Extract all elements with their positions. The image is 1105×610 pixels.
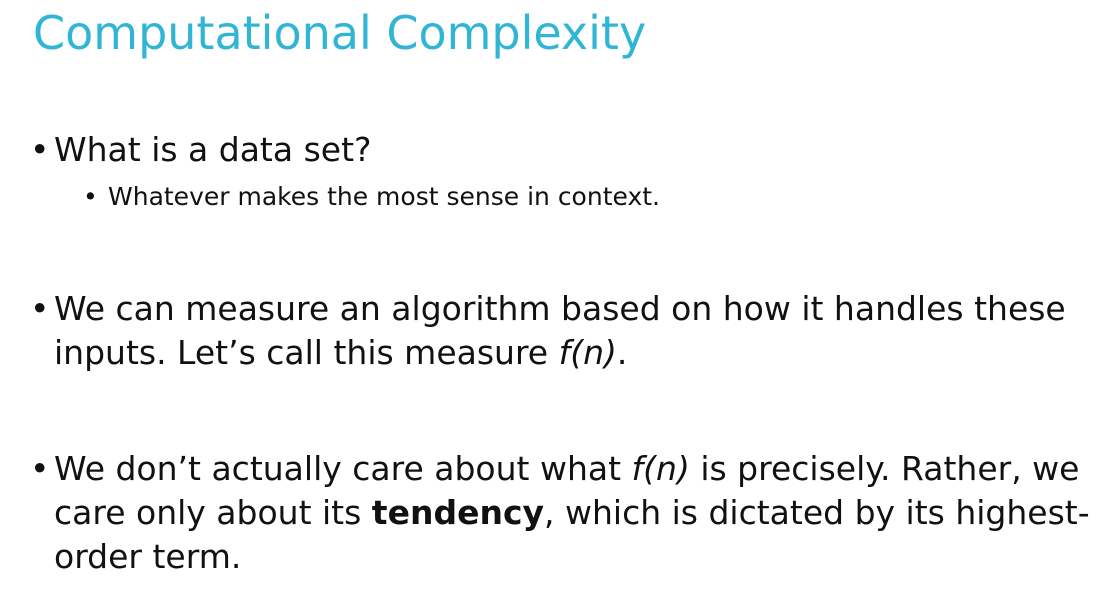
bullet-line-1: We can measure an algorithm based on how… bbox=[54, 289, 1066, 328]
text-segment: is precisely. Rather, we bbox=[689, 449, 1080, 488]
bullet-text: What is a data set? bbox=[54, 130, 372, 169]
bullet-line-3: order term. bbox=[54, 537, 242, 576]
bullet-line-1: We don’t actually care about what f(n) i… bbox=[30, 447, 1090, 491]
function-notation: f(n) bbox=[631, 449, 690, 488]
text-segment: inputs. Let’s call this measure bbox=[54, 333, 559, 372]
text-segment: care only about its bbox=[54, 493, 372, 532]
bullet-dot: • bbox=[30, 289, 50, 328]
text-segment: . bbox=[616, 333, 628, 372]
bullet-dot: • bbox=[30, 130, 50, 169]
bullet-tendency: • We don’t actually care about what f(n)… bbox=[30, 447, 1090, 579]
emphasis-tendency: tendency bbox=[371, 493, 545, 532]
function-notation: f(n) bbox=[558, 333, 617, 372]
bullet-line-2: inputs. Let’s call this measure f(n). bbox=[30, 331, 1066, 375]
sub-bullet-context: • Whatever makes the most sense in conte… bbox=[83, 180, 660, 214]
bullet-data-set: • What is a data set? bbox=[30, 128, 372, 172]
bullet-line-2: care only about its tendency, which is d… bbox=[30, 491, 1090, 535]
bullet-dot: • bbox=[30, 449, 50, 488]
text-segment: We don’t actually care about what bbox=[54, 449, 632, 488]
bullet-measure: • We can measure an algorithm based on h… bbox=[30, 287, 1066, 375]
slide-title: Computational Complexity bbox=[33, 6, 647, 60]
sub-bullet-text: Whatever makes the most sense in context… bbox=[108, 182, 660, 211]
text-segment: , which is dictated by its highest- bbox=[544, 493, 1090, 532]
slide: Computational Complexity • What is a dat… bbox=[0, 0, 1105, 610]
bullet-dot: • bbox=[83, 182, 98, 211]
